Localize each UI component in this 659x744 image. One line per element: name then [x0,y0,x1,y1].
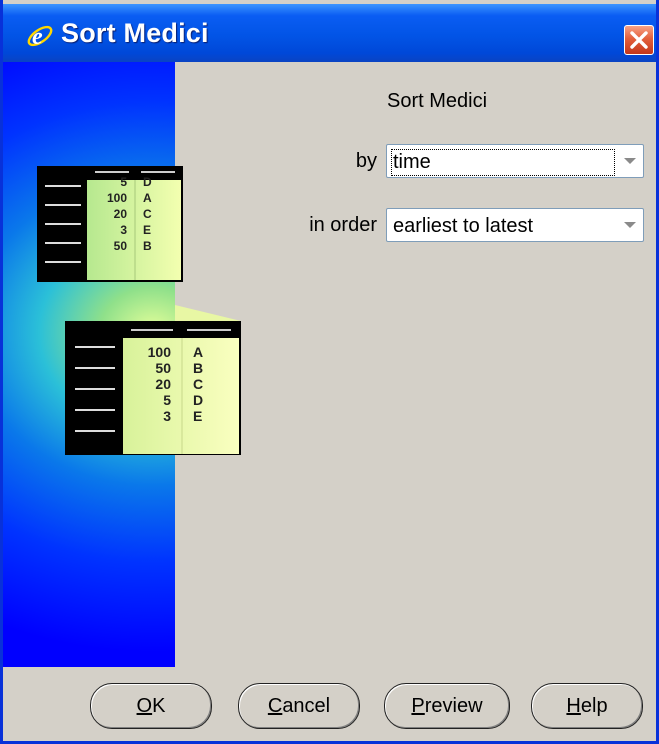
table-cell: 100 [106,191,127,205]
preview-label: review [424,695,483,717]
ok-label: K [152,695,166,717]
sorted-table-values: 100 A 50 B 20 C 5 D 3 E [123,344,239,424]
table-cell: B [193,360,204,376]
table-cell: 20 [113,207,127,221]
sort-by-value: time [391,149,615,176]
ie-logo-icon: e [27,24,53,50]
table-cell: E [143,223,152,237]
table-cell: D [143,175,152,189]
table-cell: 3 [120,223,127,237]
chevron-down-icon[interactable] [624,158,636,164]
table-cell: C [193,376,204,392]
help-mnemonic: H [566,695,581,717]
unsorted-table-values: 5 D 100 A 20 C 3 E 50 B [87,174,181,254]
table-cell: 5 [163,392,171,408]
table-cell: E [193,408,203,424]
sort-order-value: earliest to latest [393,215,534,237]
table-cell: 50 [113,239,127,253]
chevron-down-icon[interactable] [624,222,636,228]
dialog-heading: Sort Medici [387,90,488,112]
cancel-label: ancel [282,695,331,717]
table-cell: 100 [147,344,171,360]
help-button[interactable]: Help [531,683,643,729]
by-label: by [355,150,377,172]
table-cell: 20 [155,376,171,392]
table-cell: A [193,344,204,360]
help-label: elp [580,695,608,717]
table-cell: D [193,392,204,408]
cancel-mnemonic: C [267,695,283,717]
table-cell: C [143,207,152,221]
table-cell: 50 [155,360,171,376]
window-title: Sort Medici [61,18,209,48]
table-cell: 5 [120,175,127,189]
sort-dialog-window: e Sort Medici 100 A 50 B 20 C 5 D 3 E 5 … [0,0,659,744]
close-button[interactable] [624,25,654,55]
dialog-content: 100 A 50 B 20 C 5 D 3 E 5 D 100 A 20 C 3 E … [3,62,656,741]
close-icon [630,31,648,49]
ok-mnemonic: O [136,695,153,717]
ok-button[interactable]: OK [90,683,212,729]
cancel-button[interactable]: Cancel [238,683,360,729]
title-bar[interactable]: e Sort Medici [3,4,656,62]
table-cell: 3 [163,408,171,424]
table-cell: A [143,191,152,205]
svg-text:e: e [32,24,43,50]
preview-mnemonic: P [411,695,425,717]
table-cell: B [143,239,152,253]
sort-order-select[interactable]: earliest to latest [386,208,644,242]
sort-by-select[interactable]: time [386,144,644,178]
preview-button[interactable]: Preview [384,683,510,729]
order-label: in order [309,214,377,236]
